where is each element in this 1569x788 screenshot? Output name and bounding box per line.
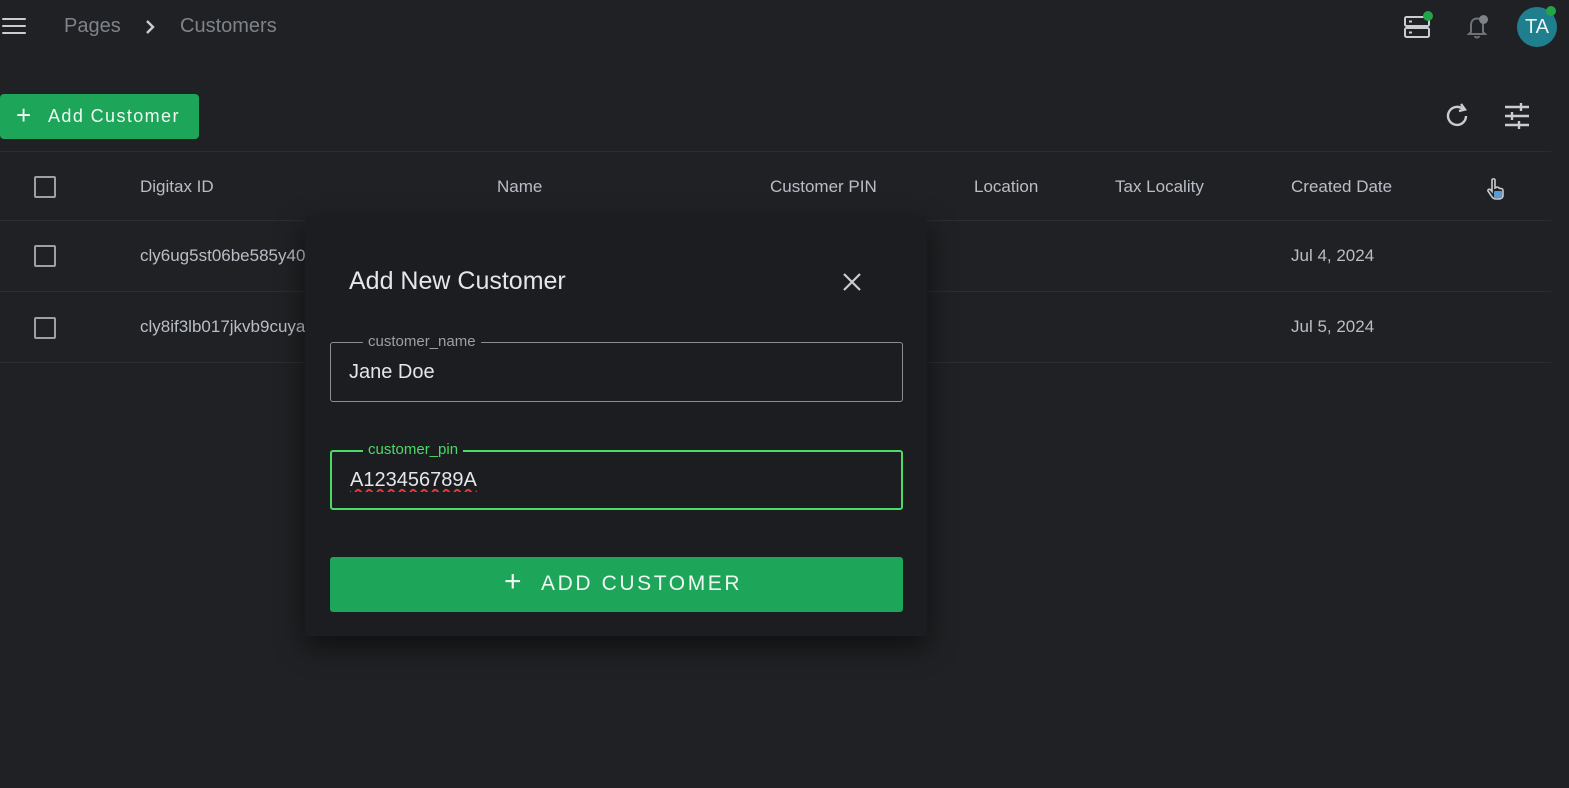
created-date-cell: Jul 4, 2024 bbox=[1291, 246, 1375, 265]
row-checkbox[interactable] bbox=[34, 317, 56, 339]
online-status-dot bbox=[1546, 6, 1556, 16]
column-header-customer-pin[interactable]: Customer PIN bbox=[770, 177, 877, 197]
row-checkbox[interactable] bbox=[34, 245, 56, 267]
digitax-id-cell: cly8if3lb017jkvb9cuya bbox=[140, 317, 306, 336]
customer-name-label: customer_name bbox=[363, 334, 481, 350]
refresh-icon[interactable] bbox=[1441, 100, 1473, 132]
add-customer-button[interactable]: + Add Customer bbox=[0, 94, 199, 139]
menu-icon[interactable] bbox=[2, 14, 28, 40]
close-icon[interactable] bbox=[839, 269, 865, 295]
created-date-cell: Jul 5, 2024 bbox=[1291, 317, 1375, 336]
column-header-location[interactable]: Location bbox=[974, 177, 1038, 197]
plus-icon: + bbox=[16, 100, 33, 130]
server-status-dot bbox=[1423, 11, 1433, 21]
submit-add-customer-label: ADD CUSTOMER bbox=[541, 572, 743, 595]
customer-name-field[interactable]: customer_name bbox=[330, 334, 903, 402]
customer-pin-input[interactable] bbox=[332, 452, 901, 508]
add-customer-label: Add Customer bbox=[48, 106, 180, 126]
table-header-row: Digitax ID Name Customer PIN Location Ta… bbox=[0, 151, 1551, 221]
customer-name-input[interactable] bbox=[331, 343, 902, 401]
dialog-title: Add New Customer bbox=[349, 267, 566, 295]
submit-add-customer-button[interactable]: + ADD CUSTOMER bbox=[330, 557, 903, 612]
customer-pin-label: customer_pin bbox=[363, 442, 464, 458]
column-header-name[interactable]: Name bbox=[497, 177, 542, 197]
filter-sliders-icon[interactable] bbox=[1502, 101, 1532, 131]
add-customer-dialog: Add New Customer customer_name customer_… bbox=[305, 217, 927, 636]
pointer-hand-icon[interactable] bbox=[1485, 177, 1507, 201]
digitax-id-cell: cly6ug5st06be585y40 bbox=[140, 246, 306, 265]
column-header-created-date[interactable]: Created Date bbox=[1291, 177, 1392, 197]
chevron-right-icon bbox=[146, 20, 155, 34]
top-bar: Pages Customers TA bbox=[0, 0, 1569, 54]
select-all-checkbox[interactable] bbox=[34, 176, 56, 198]
notification-dot bbox=[1479, 15, 1488, 24]
customer-pin-field[interactable]: customer_pin bbox=[330, 442, 903, 510]
column-header-digitax-id[interactable]: Digitax ID bbox=[140, 177, 214, 197]
column-header-tax-locality[interactable]: Tax Locality bbox=[1115, 177, 1204, 197]
breadcrumb-pages[interactable]: Pages bbox=[64, 15, 121, 38]
plus-icon: + bbox=[504, 565, 522, 598]
breadcrumb-current: Customers bbox=[180, 15, 277, 37]
